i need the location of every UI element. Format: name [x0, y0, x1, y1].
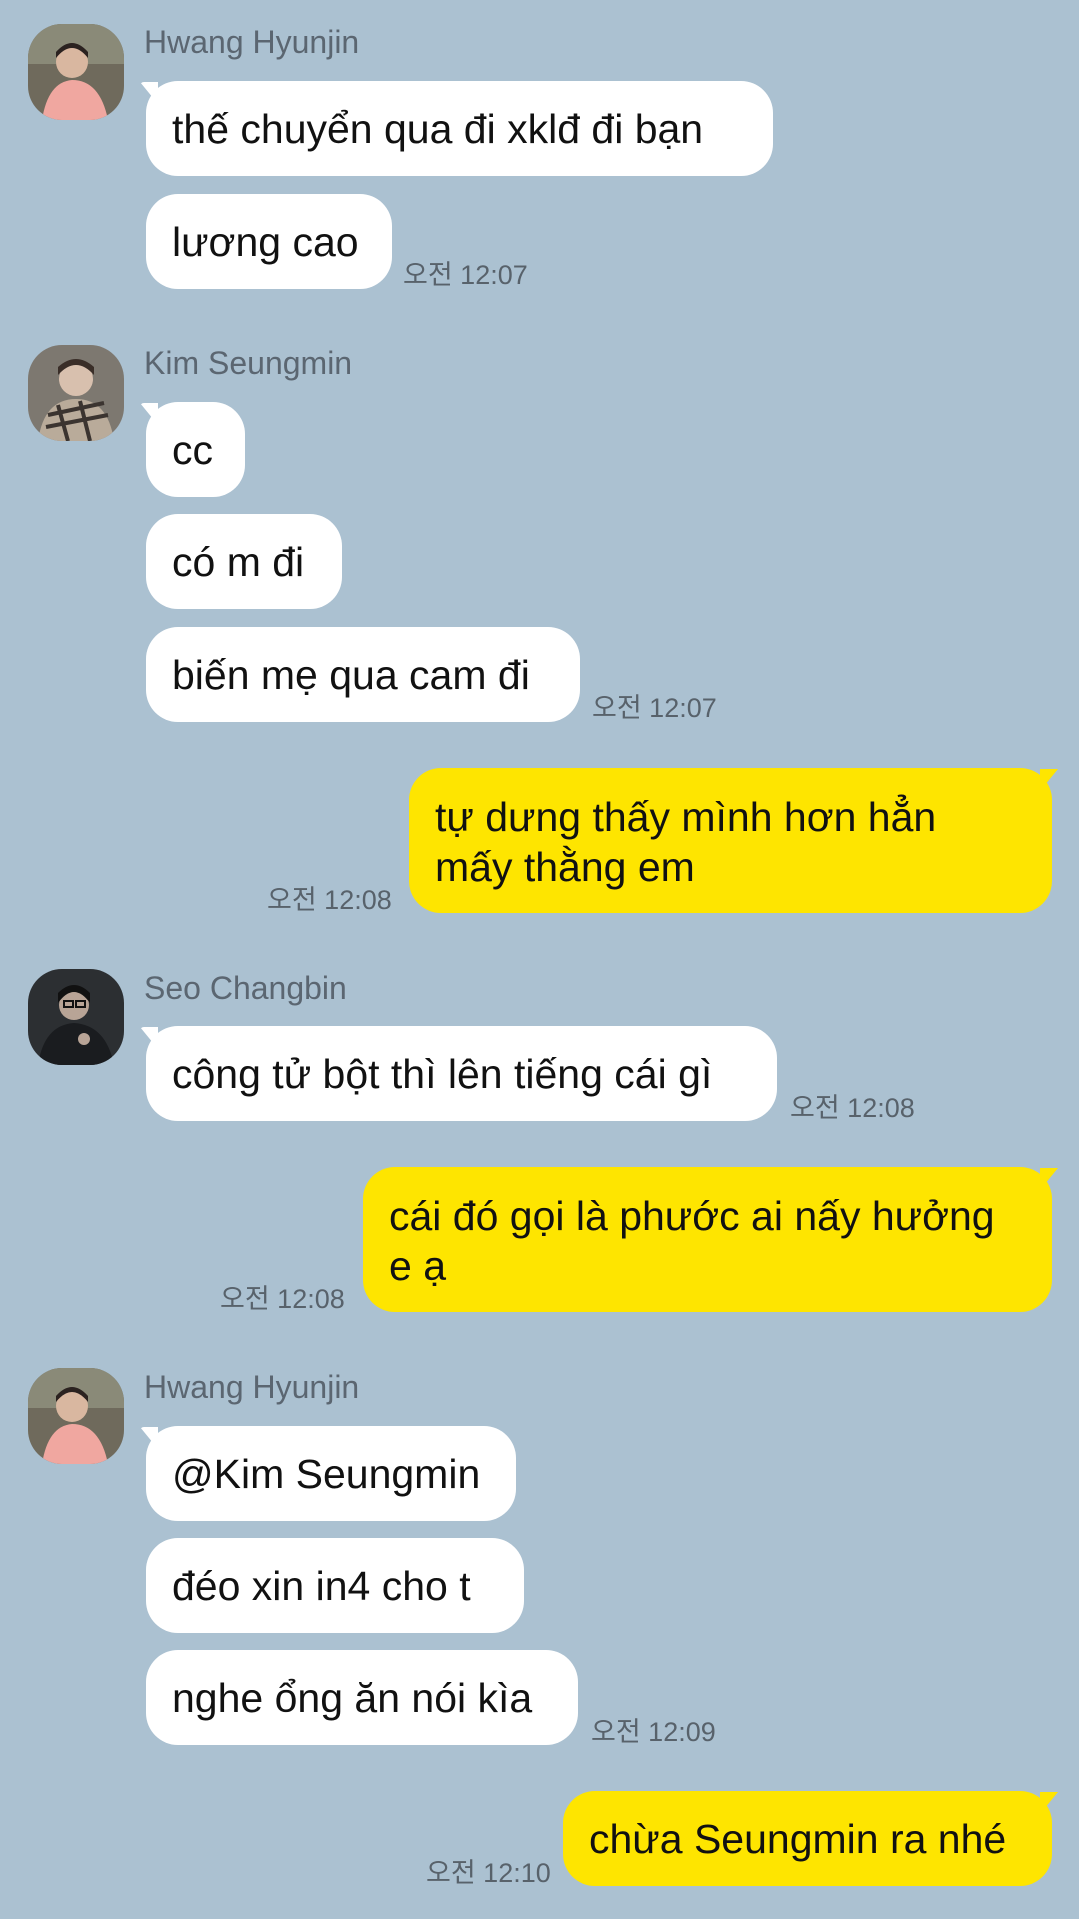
message-line: mấy thằng em	[435, 844, 695, 890]
message-line: e ạ	[389, 1243, 446, 1289]
outgoing-message-bubble[interactable]: tự dưng thấy mình hơn hẳn mấy thằng em	[409, 768, 1052, 913]
profile-photo-icon	[28, 24, 124, 120]
avatar-hwang-hyunjin[interactable]	[28, 1368, 124, 1464]
profile-photo-icon	[28, 969, 124, 1065]
profile-photo-icon	[28, 345, 124, 441]
sender-name: Hwang Hyunjin	[144, 24, 360, 60]
message-bubble[interactable]: lương cao	[146, 194, 392, 289]
message-time: 오전 12:09	[591, 1717, 716, 1747]
message-time: 오전 12:08	[220, 1284, 345, 1314]
avatar-hwang-hyunjin[interactable]	[28, 24, 124, 120]
sender-name: Hwang Hyunjin	[144, 1369, 360, 1405]
message-bubble[interactable]: cc	[146, 402, 245, 497]
message-bubble[interactable]: đéo xin in4 cho t	[146, 1538, 524, 1633]
profile-photo-icon	[28, 1368, 124, 1464]
outgoing-message-bubble[interactable]: cái đó gọi là phước ai nấy hưởng e ạ	[363, 1167, 1052, 1312]
message-bubble[interactable]: biến mẹ qua cam đi	[146, 627, 580, 722]
sender-name: Seo Changbin	[144, 970, 347, 1006]
message-time: 오전 12:10	[426, 1858, 551, 1888]
message-bubble[interactable]: có m đi	[146, 514, 342, 609]
message-time: 오전 12:08	[267, 885, 392, 915]
outgoing-message-bubble[interactable]: chừa Seungmin ra nhé	[563, 1791, 1052, 1886]
message-line: cái đó gọi là phước ai nấy hưởng	[389, 1193, 995, 1239]
avatar-seo-changbin[interactable]	[28, 969, 124, 1065]
message-time: 오전 12:07	[592, 693, 717, 723]
message-bubble[interactable]: công tử bột thì lên tiếng cái gì	[146, 1026, 777, 1121]
message-time: 오전 12:07	[403, 260, 528, 290]
message-bubble[interactable]: nghe ổng ăn nói kìa	[146, 1650, 578, 1745]
message-bubble[interactable]: @Kim Seungmin	[146, 1426, 516, 1521]
sender-name: Kim Seungmin	[144, 345, 353, 381]
avatar-kim-seungmin[interactable]	[28, 345, 124, 441]
message-bubble[interactable]: thế chuyển qua đi xklđ đi bạn	[146, 81, 773, 176]
message-time: 오전 12:08	[790, 1093, 915, 1123]
message-line: tự dưng thấy mình hơn hẳn	[435, 794, 937, 840]
